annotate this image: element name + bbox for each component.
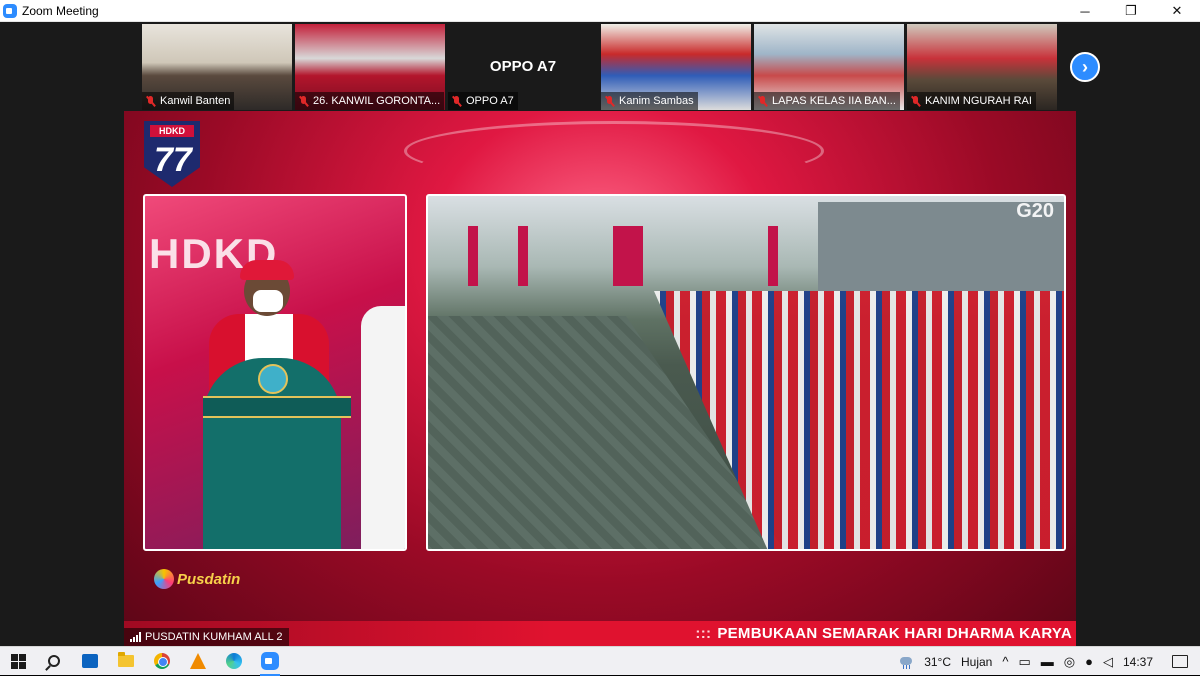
active-speaker-label: PUSDATIN KUMHAM ALL 2 bbox=[124, 628, 289, 646]
logo-number: 77 bbox=[154, 141, 192, 179]
start-button[interactable] bbox=[0, 647, 36, 676]
microphone-icon[interactable]: ● bbox=[1085, 654, 1093, 669]
participant-label: OPPO A7 bbox=[448, 92, 518, 110]
ceremony-video-panel: G20 bbox=[426, 194, 1066, 551]
podium-band bbox=[203, 396, 351, 418]
zoom-taskbar-button[interactable] bbox=[252, 647, 288, 676]
participant-label: 26. KANWIL GORONTA... bbox=[295, 92, 445, 110]
face-mask bbox=[253, 290, 283, 312]
participant-name: KANIM NGURAH RAI bbox=[925, 95, 1032, 107]
ticker-title: PEMBUKAAN SEMARAK HARI DHARMA KARYA bbox=[717, 625, 1072, 642]
cap bbox=[240, 260, 294, 280]
pusdatin-wordmark: Pusdatin bbox=[177, 570, 241, 588]
edge-button[interactable] bbox=[216, 647, 252, 676]
background-person bbox=[361, 306, 405, 549]
weather-rain-icon[interactable] bbox=[898, 655, 914, 669]
ticker-text: ::: PEMBUKAAN SEMARAK HARI DHARMA KARYA bbox=[695, 625, 1072, 642]
banner bbox=[768, 226, 778, 286]
task-view-icon bbox=[82, 654, 98, 668]
shared-video-stage: HDKD 77 HDKD G20 Pusdatin::: PEMBUKAAN … bbox=[124, 111, 1076, 646]
participant-name: Kanwil Banten bbox=[160, 95, 231, 107]
banner bbox=[613, 226, 643, 286]
chrome-icon bbox=[154, 653, 170, 669]
pusdatin-mark-icon bbox=[154, 569, 174, 589]
weather-desc[interactable]: Hujan bbox=[961, 655, 992, 669]
participant-name: 26. KANWIL GORONTA... bbox=[313, 95, 441, 107]
participant-name: LAPAS KELAS IIA BAN... bbox=[772, 95, 896, 107]
meeting-area: Kanwil Banten 26. KANWIL GORONTA... OPPO… bbox=[0, 22, 1200, 646]
folder-icon bbox=[118, 652, 134, 667]
minimize-button[interactable]: ─ bbox=[1062, 0, 1108, 22]
mic-muted-icon bbox=[911, 95, 920, 107]
edge-icon bbox=[226, 653, 242, 669]
window-title: Zoom Meeting bbox=[22, 3, 99, 18]
banner bbox=[468, 226, 478, 286]
window-controls: ─ ❐ ✕ bbox=[1062, 0, 1200, 22]
volume-icon[interactable]: ◁ bbox=[1103, 654, 1113, 670]
podium-emblem-icon bbox=[258, 364, 288, 394]
banner bbox=[518, 226, 528, 286]
vlc-icon bbox=[190, 653, 206, 669]
clock-time[interactable]: 14:37 bbox=[1123, 655, 1153, 669]
close-button[interactable]: ✕ bbox=[1154, 0, 1200, 22]
decorative-arc bbox=[404, 121, 824, 181]
notification-center-icon[interactable] bbox=[1172, 655, 1188, 668]
vlc-button[interactable] bbox=[180, 647, 216, 676]
participant-name: OPPO A7 bbox=[466, 95, 514, 107]
search-icon bbox=[48, 655, 60, 667]
ticker-prefix: ::: bbox=[695, 625, 712, 642]
mic-muted-icon bbox=[758, 95, 767, 107]
mic-muted-icon bbox=[299, 95, 308, 107]
pusdatin-logo: Pusdatin bbox=[154, 569, 240, 589]
mic-muted-icon bbox=[146, 95, 155, 107]
participant-tile[interactable]: 26. KANWIL GORONTA... bbox=[295, 24, 445, 110]
file-explorer-button[interactable] bbox=[108, 647, 144, 676]
participant-label: LAPAS KELAS IIA BAN... bbox=[754, 92, 900, 110]
battery-icon[interactable]: ▬ bbox=[1041, 654, 1054, 669]
windows-taskbar: 31°C Hujan ^ ▭ ▬ ◎ ● ◁ 14:37 bbox=[0, 646, 1200, 676]
windows-logo-icon bbox=[10, 653, 26, 669]
system-tray: 31°C Hujan ^ ▭ ▬ ◎ ● ◁ 14:37 bbox=[893, 647, 1200, 676]
participant-name: Kanim Sambas bbox=[619, 95, 694, 107]
zoom-icon bbox=[261, 652, 279, 670]
participant-strip: Kanwil Banten 26. KANWIL GORONTA... OPPO… bbox=[142, 24, 1057, 110]
participant-tile[interactable]: Kanim Sambas bbox=[601, 24, 751, 110]
window-titlebar: Zoom Meeting ─ ❐ ✕ bbox=[0, 0, 1200, 22]
participant-tile[interactable]: OPPO A7 OPPO A7 bbox=[448, 24, 598, 110]
participant-tile[interactable]: Kanwil Banten bbox=[142, 24, 292, 110]
mic-muted-icon bbox=[605, 95, 614, 107]
participant-tile[interactable]: LAPAS KELAS IIA BAN... bbox=[754, 24, 904, 110]
restore-button[interactable]: ❐ bbox=[1108, 0, 1154, 22]
speaker-video-panel: HDKD bbox=[143, 194, 407, 551]
g20-logo: G20 bbox=[1016, 200, 1054, 222]
mic-muted-icon bbox=[452, 95, 461, 107]
next-page-button[interactable]: › bbox=[1070, 52, 1100, 82]
hdkd-logo: HDKD 77 bbox=[144, 121, 200, 187]
logo-text: HDKD bbox=[159, 126, 185, 136]
task-view-button[interactable] bbox=[72, 647, 108, 676]
participant-label: Kanim Sambas bbox=[601, 92, 698, 110]
zoom-app-icon bbox=[3, 3, 17, 18]
network-icon[interactable]: ▭ bbox=[1018, 654, 1030, 670]
chrome-button[interactable] bbox=[144, 647, 180, 676]
connection-signal-icon bbox=[130, 632, 141, 642]
active-speaker-name: PUSDATIN KUMHAM ALL 2 bbox=[145, 631, 283, 643]
search-button[interactable] bbox=[36, 647, 72, 676]
participant-tile[interactable]: KANIM NGURAH RAI bbox=[907, 24, 1057, 110]
participant-name-large: OPPO A7 bbox=[489, 58, 557, 75]
show-hidden-icons-chevron-icon[interactable]: ^ bbox=[1002, 654, 1008, 669]
weather-temp[interactable]: 31°C bbox=[924, 655, 951, 669]
participant-label: Kanwil Banten bbox=[142, 92, 235, 110]
camera-icon[interactable]: ◎ bbox=[1064, 654, 1075, 670]
participant-label: KANIM NGURAH RAI bbox=[907, 92, 1036, 110]
